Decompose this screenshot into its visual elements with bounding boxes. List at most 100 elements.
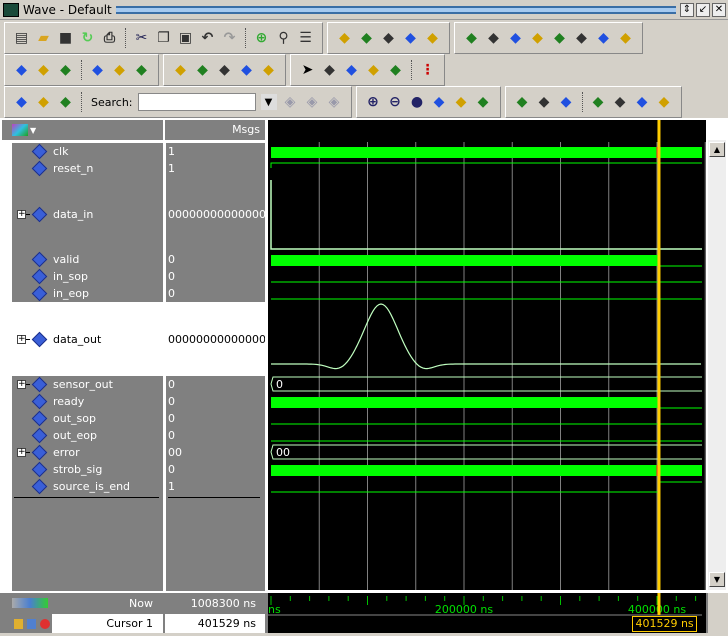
zoom-mode-icon[interactable]: ◆: [321, 62, 338, 79]
search-backward-icon[interactable]: ◈: [304, 94, 321, 111]
continue-icon[interactable]: ◆: [216, 62, 233, 79]
select-mode-icon[interactable]: ➤: [299, 62, 316, 79]
zoom-in-icon[interactable]: ⊕: [365, 94, 382, 111]
cursor-line-axis[interactable]: [657, 593, 661, 615]
expand-list-icon[interactable]: ☰: [297, 30, 314, 47]
dataflow-trace-icon[interactable]: ◆: [57, 94, 74, 111]
zoom-full-icon[interactable]: ●: [409, 94, 426, 111]
wave-block-icon[interactable]: ◆: [558, 94, 575, 111]
next-fall-icon[interactable]: ◆: [573, 30, 590, 47]
break-icon[interactable]: ◆: [194, 62, 211, 79]
signal-row-sensor_out[interactable]: + sensor_out: [12, 376, 163, 393]
scroll-up-button[interactable]: ▲: [709, 142, 725, 157]
search-input[interactable]: [137, 93, 256, 111]
lock-cursor-icon[interactable]: [14, 619, 23, 629]
step-out-all-icon[interactable]: ◆: [133, 62, 150, 79]
undo-icon[interactable]: ↶: [199, 30, 216, 47]
step-over-all-icon[interactable]: ◆: [111, 62, 128, 79]
new-file-icon[interactable]: ▤: [13, 30, 30, 47]
zoom-cursor-icon[interactable]: ◆: [431, 94, 448, 111]
delete-cursor-icon[interactable]: [40, 619, 50, 629]
signal-row-out_eop[interactable]: out_eop: [12, 427, 163, 444]
time-axis[interactable]: ns 200000 ns 400000 ns 401529 ns: [268, 593, 706, 633]
wave-bar-icon[interactable]: ◆: [536, 94, 553, 111]
pan-mode-icon[interactable]: ◆: [343, 62, 360, 79]
cursor-time-flag[interactable]: 401529 ns: [632, 616, 697, 632]
wave-step-icon[interactable]: ◆: [612, 94, 629, 111]
add-icon[interactable]: ⊕: [253, 30, 270, 47]
signal-tools-icon[interactable]: [12, 124, 28, 136]
dock-button[interactable]: ↙: [696, 2, 710, 17]
signal-row-error[interactable]: + error: [12, 444, 163, 461]
run-icon[interactable]: ◆: [238, 62, 255, 79]
expand-button[interactable]: +: [17, 334, 26, 344]
dataflow-icon[interactable]: ◆: [380, 30, 397, 47]
edit-mode-icon[interactable]: ◆: [387, 62, 404, 79]
find-icon[interactable]: ⚲: [275, 30, 292, 47]
copy-icon[interactable]: ❐: [155, 30, 172, 47]
printer-setup-icon[interactable]: ◆: [402, 30, 419, 47]
stop-light-icon[interactable]: ⋮: [419, 62, 436, 79]
next-rise-icon[interactable]: ◆: [617, 30, 634, 47]
undock-button[interactable]: ⇕: [680, 2, 694, 17]
close-button[interactable]: ✕: [712, 2, 726, 17]
delete-icon[interactable]: ◆: [424, 30, 441, 47]
title-grip[interactable]: [115, 5, 676, 14]
search-options-icon[interactable]: ◈: [326, 94, 343, 111]
cursor-name-cell[interactable]: Cursor 1: [52, 614, 163, 633]
signal-row-reset_n[interactable]: reset_n: [12, 160, 163, 177]
restart-icon[interactable]: ◆: [172, 62, 189, 79]
search-forward-icon[interactable]: ◈: [282, 94, 299, 111]
wave-dense-icon[interactable]: ◆: [590, 94, 607, 111]
expand-button[interactable]: +: [17, 209, 26, 219]
signal-row-source_is_end[interactable]: source_is_end: [12, 478, 163, 495]
signal-row-out_sop[interactable]: out_sop: [12, 410, 163, 427]
reload-icon[interactable]: ↻: [79, 30, 96, 47]
step-over-icon[interactable]: ◆: [35, 62, 52, 79]
print-icon[interactable]: ⎙: [101, 30, 118, 47]
help-icon[interactable]: ◆: [358, 30, 375, 47]
step-icon[interactable]: ◆: [13, 62, 30, 79]
redo-icon[interactable]: ↷: [221, 30, 238, 47]
signal-row-clk[interactable]: clk: [12, 143, 163, 160]
save-icon[interactable]: ■: [57, 30, 74, 47]
scroll-down-button[interactable]: ▼: [709, 572, 725, 587]
search-dropdown-button[interactable]: ▼: [260, 94, 277, 110]
signal-row-data_in[interactable]: + data_in: [12, 177, 163, 251]
contributors-icon[interactable]: ◆: [13, 94, 30, 111]
wave-dashed-icon[interactable]: ◆: [634, 94, 651, 111]
zoom-out-icon[interactable]: ⊖: [387, 94, 404, 111]
prev-fall-icon[interactable]: ◆: [551, 30, 568, 47]
signal-row-in_sop[interactable]: in_sop: [12, 268, 163, 285]
signal-row-data_out[interactable]: + data_out: [12, 302, 163, 376]
expand-button[interactable]: +: [17, 448, 26, 457]
prev-edge-icon[interactable]: ◆: [507, 30, 524, 47]
wave-edge-icon[interactable]: ◆: [656, 94, 673, 111]
measure-mode-icon[interactable]: ◆: [365, 62, 382, 79]
signal-row-valid[interactable]: valid: [12, 251, 163, 268]
waveform-pane[interactable]: 0 00: [268, 120, 706, 590]
signal-row-strob_sig[interactable]: strob_sig: [12, 461, 163, 478]
cut-icon[interactable]: ✂: [133, 30, 150, 47]
expand-button[interactable]: +: [17, 380, 26, 389]
add-wave-icon[interactable]: ◆: [336, 30, 353, 47]
signal-icon: [31, 444, 48, 461]
waveform-canvas[interactable]: 000: [268, 120, 706, 590]
run-all-icon[interactable]: ◆: [260, 62, 277, 79]
zoom-between-cursors-icon[interactable]: ◆: [453, 94, 470, 111]
open-folder-icon[interactable]: ▰: [35, 30, 52, 47]
vertical-scrollbar[interactable]: ▲ ▼: [708, 140, 726, 590]
signal-row-ready[interactable]: ready: [12, 393, 163, 410]
insert-cursor-icon[interactable]: ◆: [463, 30, 480, 47]
delete-cursor-icon[interactable]: ◆: [485, 30, 502, 47]
signal-row-in_eop[interactable]: in_eop: [12, 285, 163, 302]
step-all-icon[interactable]: ◆: [89, 62, 106, 79]
cursor-edit-icon[interactable]: [27, 619, 36, 629]
zoom-region-icon[interactable]: ◆: [475, 94, 492, 111]
next-edge-icon[interactable]: ◆: [529, 30, 546, 47]
paste-icon[interactable]: ▣: [177, 30, 194, 47]
readers-icon[interactable]: ◆: [35, 94, 52, 111]
step-out-icon[interactable]: ◆: [57, 62, 74, 79]
prev-rise-icon[interactable]: ◆: [595, 30, 612, 47]
wave-line-icon[interactable]: ◆: [514, 94, 531, 111]
